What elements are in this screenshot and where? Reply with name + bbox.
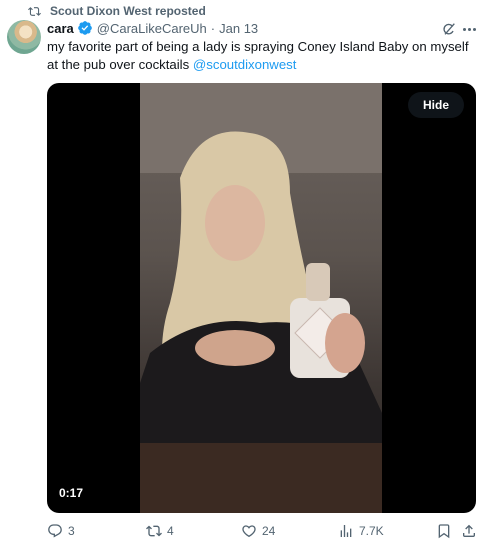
video-timestamp: 0:17 — [59, 486, 84, 500]
more-icon[interactable] — [461, 21, 477, 37]
tweet-text: my favorite part of being a lady is spra… — [47, 38, 477, 73]
share-icon — [463, 524, 475, 537]
separator-dot: · — [210, 20, 216, 36]
repost-icon — [28, 6, 41, 16]
tweet-header: cara @CaraLikeCareUh · Jan 13 — [47, 19, 258, 37]
like-count: 24 — [262, 524, 276, 538]
action-bar: 3 4 24 7.7K — [47, 523, 477, 541]
grok-icon[interactable] — [441, 21, 457, 37]
views-icon — [340, 525, 352, 537]
repost-icon — [146, 525, 162, 537]
repost-banner-text: Scout Dixon West reposted — [50, 4, 206, 18]
video-still — [140, 83, 382, 513]
reply-count: 3 — [68, 524, 75, 538]
repost-button[interactable]: 4 — [146, 523, 174, 539]
author-handle[interactable]: @CaraLikeCareUh — [97, 21, 207, 36]
like-button[interactable]: 24 — [241, 523, 275, 539]
mention-link[interactable]: @scoutdixonwest — [193, 57, 297, 72]
views-button[interactable]: 7.7K — [338, 523, 384, 539]
views-count: 7.7K — [359, 524, 384, 538]
share-button[interactable] — [461, 523, 477, 539]
tweet-date[interactable]: Jan 13 — [219, 21, 258, 36]
reply-icon — [48, 524, 62, 538]
repost-banner[interactable]: Scout Dixon West reposted — [28, 3, 206, 19]
verified-badge-icon[interactable] — [77, 20, 93, 36]
video-player[interactable]: Hide 0:17 — [47, 83, 476, 513]
avatar[interactable] — [7, 20, 41, 54]
repost-count: 4 — [167, 524, 174, 538]
reply-button[interactable]: 3 — [47, 523, 75, 539]
video-frame[interactable] — [140, 83, 382, 513]
heart-icon — [242, 525, 256, 538]
hide-button[interactable]: Hide — [408, 92, 464, 118]
author-name[interactable]: cara — [47, 21, 74, 36]
bookmark-icon — [438, 524, 450, 539]
bookmark-button[interactable] — [436, 523, 452, 539]
